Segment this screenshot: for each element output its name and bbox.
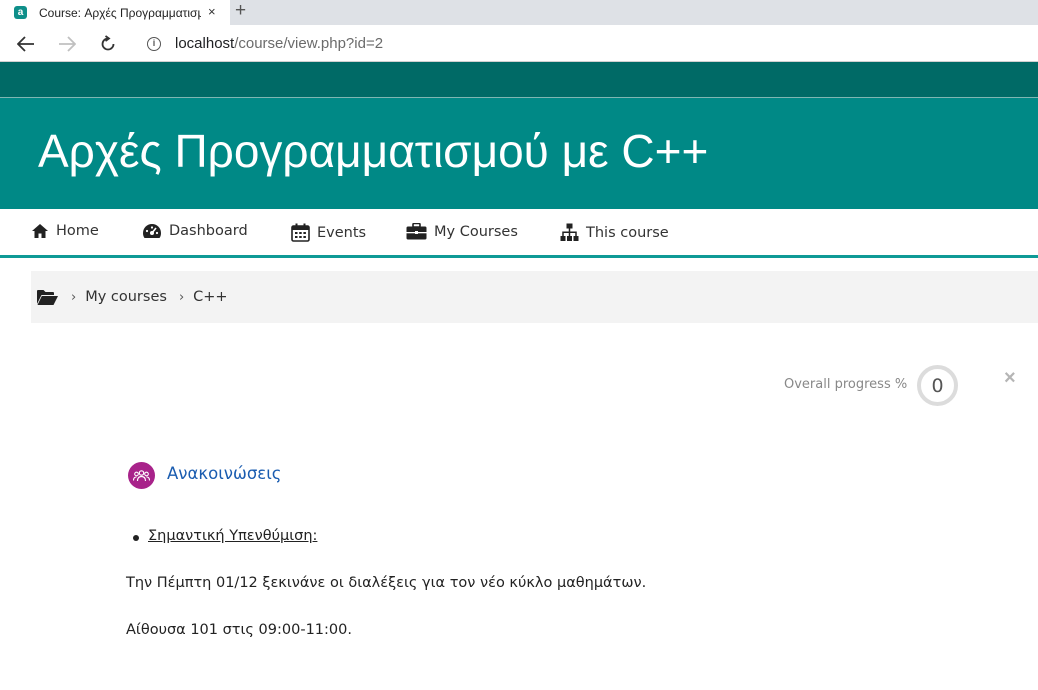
tab-title: Course: Αρχές Προγραμματισμού: [39, 5, 201, 20]
close-icon[interactable]: ×: [1004, 367, 1016, 390]
sitemap-icon: [560, 223, 579, 241]
url-text[interactable]: localhost/course/view.php?id=2: [175, 35, 383, 52]
post-paragraph-1: Την Πέμπτη 01/12 ξεκινάνε οι διαλέξεις γ…: [126, 575, 647, 591]
dashboard-icon: [143, 224, 161, 238]
course-title: Αρχές Προγραμματισμού με C++: [38, 125, 709, 177]
address-bar[interactable]: i localhost/course/view.php?id=2: [134, 29, 1038, 58]
calendar-icon: [291, 223, 310, 242]
forum-link-announcements[interactable]: Ανακοινώσεις: [167, 464, 281, 483]
nav-item-my-courses[interactable]: My Courses: [406, 223, 518, 240]
progress-value: 0: [931, 374, 944, 397]
breadcrumb-separator: ›: [71, 289, 77, 305]
post-paragraph-2: Αίθουσα 101 στις 09:00-11:00.: [126, 622, 352, 638]
nav-label-dashboard: Dashboard: [169, 223, 248, 239]
nav-item-events[interactable]: Events: [291, 223, 366, 242]
home-icon: [32, 224, 48, 238]
browser-toolbar: i localhost/course/view.php?id=2: [0, 25, 1038, 62]
nav-label-events: Events: [317, 224, 367, 241]
tab-close-icon[interactable]: ×: [208, 4, 216, 19]
url-path: /course/view.php?id=2: [234, 35, 384, 52]
breadcrumb-my-courses[interactable]: My courses: [85, 289, 167, 305]
reload-icon[interactable]: [95, 31, 121, 57]
new-tab-icon[interactable]: +: [235, 0, 246, 22]
list-bullet: [133, 535, 139, 541]
main-navbar: Home Dashboard Events My Courses This co…: [0, 209, 1038, 258]
url-host: localhost: [175, 35, 235, 52]
post-title-link[interactable]: Σημαντική Υπενθύμιση:: [148, 528, 317, 544]
briefcase-icon: [406, 223, 427, 240]
forward-arrow-icon[interactable]: [54, 31, 80, 57]
progress-ring: 0: [917, 365, 958, 406]
nav-label-this-course: This course: [586, 224, 669, 241]
nav-item-dashboard[interactable]: Dashboard: [142, 223, 248, 239]
folder-open-icon[interactable]: [36, 289, 59, 306]
nav-item-this-course[interactable]: This course: [560, 223, 669, 242]
breadcrumb: › My courses › C++: [31, 271, 1038, 323]
nav-item-home[interactable]: Home: [31, 223, 99, 239]
info-icon[interactable]: i: [147, 36, 161, 51]
breadcrumb-separator: ›: [178, 289, 185, 305]
overall-progress-label: Overall progress %: [784, 377, 908, 392]
browser-tabstrip: a Course: Αρχές Προγραμματισμού × +: [0, 0, 1038, 25]
nav-label-home: Home: [56, 223, 99, 239]
browser-tab[interactable]: a Course: Αρχές Προγραμματισμού ×: [0, 0, 230, 25]
top-navbar-band: [0, 62, 1038, 97]
moodle-favicon-icon: a: [14, 6, 27, 19]
nav-label-my-courses: My Courses: [434, 223, 518, 240]
breadcrumb-course[interactable]: C++: [193, 289, 227, 305]
forum-icon[interactable]: [128, 462, 155, 489]
back-arrow-icon[interactable]: [13, 31, 39, 57]
